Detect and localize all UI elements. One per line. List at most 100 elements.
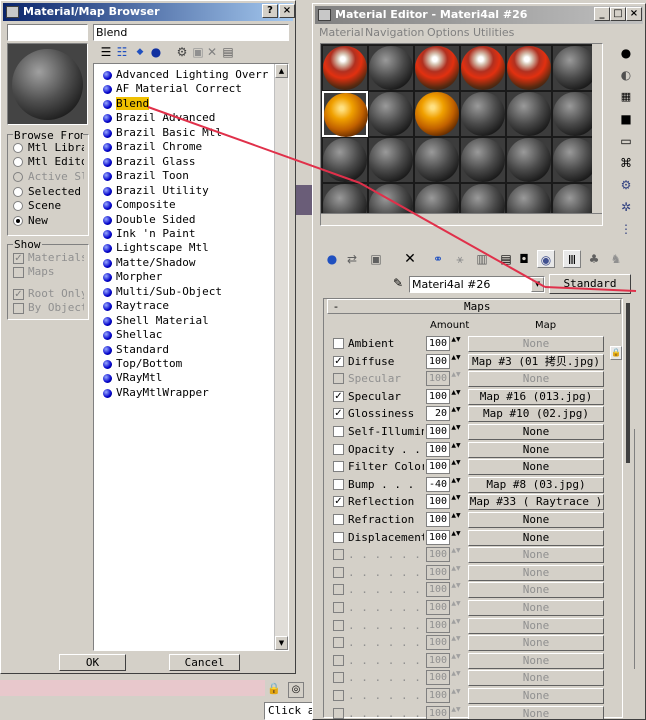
list-item[interactable]: Standard	[102, 343, 268, 358]
map-slot-button[interactable]: None	[468, 670, 604, 687]
list-scrollbar[interactable]: ▲ ▼	[274, 64, 288, 650]
map-enable-checkbox[interactable]	[333, 690, 344, 701]
map-slot-button[interactable]: Map #16 (013.jpg)	[468, 388, 604, 405]
sample-type-icon[interactable]: ●	[617, 44, 635, 62]
map-slot-button[interactable]: None	[468, 688, 604, 704]
make-unique-icon[interactable]: ⚹	[451, 250, 469, 268]
browse-radio-0[interactable]	[13, 143, 23, 153]
sample-slot[interactable]	[506, 91, 552, 137]
map-enable-checkbox[interactable]: ✓	[333, 408, 344, 420]
rollout-toggle[interactable]: -	[334, 300, 338, 313]
list-item[interactable]: VRayMtlWrapper	[102, 386, 268, 401]
options-icon[interactable]: ⚙	[617, 176, 635, 194]
amount-spinner-icon[interactable]: ▲▼	[451, 389, 461, 404]
map-enable-checkbox[interactable]	[333, 373, 344, 385]
select-by-material-icon[interactable]: ✲	[617, 198, 635, 216]
list-item[interactable]: VRayMtl	[102, 371, 268, 386]
map-enable-checkbox[interactable]	[333, 619, 344, 631]
editor-close-button[interactable]: ×	[626, 7, 642, 21]
list-item[interactable]: Matte/Shadow	[102, 256, 268, 271]
sample-slot[interactable]	[368, 45, 414, 91]
map-slot-button[interactable]: None	[468, 652, 604, 669]
sample-slot[interactable]	[460, 137, 506, 183]
sample-slot[interactable]	[368, 137, 414, 183]
amount-spinner-icon[interactable]: ▲▼	[451, 459, 461, 474]
map-slot-button[interactable]: None	[468, 582, 604, 599]
map-amount-field[interactable]: 100	[426, 459, 450, 475]
map-enable-checkbox[interactable]	[333, 672, 344, 684]
make-preview-icon[interactable]: ⌘	[617, 154, 635, 172]
browse-radio-2[interactable]	[13, 172, 23, 182]
view-large-icons-icon[interactable]: ●	[147, 43, 165, 61]
uv-tiling-icon[interactable]: ■	[617, 110, 635, 128]
map-enable-checkbox[interactable]	[333, 443, 344, 455]
map-enable-checkbox[interactable]	[333, 426, 344, 437]
map-amount-field[interactable]: 100	[426, 688, 450, 703]
material-effects-icon[interactable]: ▤	[497, 250, 515, 268]
list-item[interactable]: Brazil Glass	[102, 155, 268, 170]
map-enable-checkbox[interactable]	[333, 602, 344, 613]
list-item[interactable]: Brazil Basic Mtl	[102, 126, 268, 141]
browse-radio-3[interactable]	[13, 187, 23, 197]
map-enable-checkbox[interactable]	[333, 584, 344, 596]
amount-spinner-icon[interactable]: ▲▼	[451, 547, 461, 562]
map-amount-field[interactable]: 100	[426, 529, 450, 545]
list-item[interactable]: Brazil Toon	[102, 169, 268, 184]
minimize-button[interactable]: _	[594, 7, 610, 21]
sample-slot[interactable]	[460, 91, 506, 137]
map-slot-button[interactable]: None	[468, 459, 604, 476]
sample-slot[interactable]	[506, 45, 552, 91]
amount-spinner-icon[interactable]: ▲▼	[451, 494, 461, 509]
amount-spinner-icon[interactable]: ▲▼	[451, 688, 461, 703]
list-item[interactable]: Brazil Utility	[102, 184, 268, 199]
menu-material[interactable]: Material	[319, 26, 364, 39]
sample-slot[interactable]	[414, 137, 460, 183]
maps-rollout-header[interactable]: - Maps	[327, 299, 621, 314]
show-checkbox-1[interactable]	[13, 267, 24, 278]
list-item[interactable]: Shell Material	[102, 314, 268, 329]
material-name-field[interactable]: Materi4al #26 ▼	[409, 276, 545, 293]
go-sibling-icon[interactable]: ♞	[607, 250, 625, 268]
material-type-button[interactable]: Standard	[549, 274, 631, 294]
go-to-parent-icon[interactable]: Ⅲ	[563, 250, 581, 268]
amount-spinner-icon[interactable]: ▲▼	[451, 582, 461, 597]
show-checkbox-3[interactable]	[13, 303, 24, 314]
amount-spinner-icon[interactable]: ▲▼	[451, 406, 461, 421]
search-field[interactable]: Blend	[93, 24, 289, 41]
video-color-check-icon[interactable]: ▭	[617, 132, 635, 150]
ok-button[interactable]: OK	[59, 654, 126, 671]
list-item[interactable]: Ink 'n Paint	[102, 227, 268, 242]
map-enable-checkbox[interactable]	[333, 654, 344, 666]
reset-map-icon[interactable]: ✕	[401, 250, 419, 268]
menu-utilities[interactable]: Utilities	[473, 26, 514, 39]
put-to-scene-icon[interactable]: ⇄	[343, 250, 361, 268]
material-navigator-icon[interactable]: ⋮	[617, 220, 635, 238]
name-field[interactable]	[7, 24, 88, 41]
list-item[interactable]: Lightscape Mtl	[102, 241, 268, 256]
map-enable-checkbox[interactable]	[333, 637, 344, 649]
map-enable-checkbox[interactable]	[333, 566, 344, 578]
map-enable-checkbox[interactable]	[333, 549, 344, 561]
map-slot-button[interactable]: None	[468, 371, 604, 388]
amount-spinner-icon[interactable]: ▲▼	[451, 600, 461, 615]
map-slot-button[interactable]: None	[468, 529, 604, 546]
amount-spinner-icon[interactable]: ▲▼	[451, 530, 461, 545]
map-slot-button[interactable]: None	[468, 635, 604, 652]
browse-radio-5[interactable]	[13, 216, 23, 226]
sample-slot[interactable]	[322, 91, 368, 137]
map-slot-button[interactable]: None	[468, 617, 604, 634]
browse-radio-4[interactable]	[13, 201, 23, 211]
cancel-button[interactable]: Cancel	[169, 654, 240, 671]
map-enable-checkbox[interactable]	[333, 478, 344, 490]
help-button[interactable]: ?	[262, 4, 278, 18]
rollout-scroll-thumb[interactable]	[626, 303, 630, 463]
maximize-button[interactable]: □	[610, 7, 626, 21]
map-amount-field[interactable]: 100	[426, 441, 450, 457]
list-item[interactable]: Composite	[102, 198, 268, 213]
map-slot-button[interactable]: None	[468, 564, 604, 581]
show-map-icon[interactable]: ◘	[515, 250, 533, 268]
view-list-icons-icon[interactable]: ☷	[113, 43, 131, 61]
map-amount-field[interactable]: 100	[426, 635, 450, 651]
sample-slot[interactable]	[414, 91, 460, 137]
show-checkbox-0[interactable]: ✓	[13, 253, 24, 264]
